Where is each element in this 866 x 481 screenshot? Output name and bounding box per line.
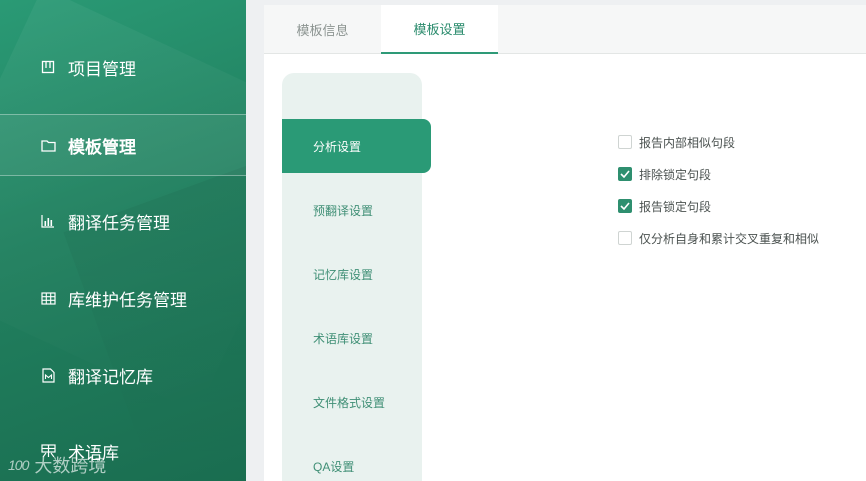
submenu-file-format-settings[interactable]: 文件格式设置 xyxy=(282,375,422,429)
sidebar-item-translation-tasks[interactable]: 翻译任务管理 xyxy=(0,190,246,252)
option-report-internal-similar[interactable]: 报告内部相似句段 xyxy=(618,133,735,151)
submenu-terminology-settings[interactable]: 术语库设置 xyxy=(282,311,422,365)
submenu-analysis-settings[interactable]: 分析设置 xyxy=(282,119,431,173)
option-exclude-locked[interactable]: 排除锁定句段 xyxy=(618,165,711,183)
option-label: 报告内部相似句段 xyxy=(639,135,736,150)
option-label: 排除锁定句段 xyxy=(639,167,712,182)
project-board-icon xyxy=(40,59,56,75)
main-panel: 模板信息 模板设置 分析设置 预翻译设置 记忆库设置 术语库设置 文件格式设置 … xyxy=(264,5,866,481)
tab-template-info[interactable]: 模板信息 xyxy=(264,5,381,54)
grid-table-icon xyxy=(40,290,56,306)
watermark-text: 大数跨境 xyxy=(34,456,107,476)
sidebar-item-project-management[interactable]: 项目管理 xyxy=(0,36,246,98)
option-label: 报告锁定句段 xyxy=(639,199,712,214)
bar-chart-icon xyxy=(40,213,56,229)
memory-document-icon xyxy=(40,367,56,383)
check-icon xyxy=(620,170,630,178)
watermark: 100 大数跨境 xyxy=(8,452,106,478)
option-report-locked[interactable]: 报告锁定句段 xyxy=(618,197,711,215)
sidebar-item-label: 库维护任务管理 xyxy=(68,290,187,310)
sidebar-item-maintenance-tasks[interactable]: 库维护任务管理 xyxy=(0,267,246,329)
sidebar-item-label: 翻译任务管理 xyxy=(68,213,170,233)
sidebar-item-label: 模板管理 xyxy=(68,137,136,157)
tab-bar: 模板信息 模板设置 xyxy=(264,5,866,54)
option-analyze-self-cumulative[interactable]: 仅分析自身和累计交叉重复和相似 xyxy=(618,229,819,247)
checkbox-checked[interactable] xyxy=(618,199,632,213)
tab-template-settings[interactable]: 模板设置 xyxy=(381,5,498,54)
sidebar-item-translation-memory[interactable]: 翻译记忆库 xyxy=(0,344,246,406)
checkbox-checked[interactable] xyxy=(618,167,632,181)
checkbox[interactable] xyxy=(618,231,632,245)
sidebar-item-template-management[interactable]: 模板管理 xyxy=(0,114,246,176)
folder-icon xyxy=(40,137,56,153)
checkbox[interactable] xyxy=(618,135,632,149)
sidebar: 项目管理 模板管理 翻译任务管理 库维护任务管理 翻译记忆库 术语库 100 大… xyxy=(0,0,246,481)
sidebar-item-label: 翻译记忆库 xyxy=(68,367,153,387)
option-label: 仅分析自身和累计交叉重复和相似 xyxy=(639,231,820,246)
check-icon xyxy=(620,202,630,210)
submenu-qa-settings[interactable]: QA设置 xyxy=(282,439,422,481)
sidebar-item-label: 项目管理 xyxy=(68,59,136,79)
submenu-memory-settings[interactable]: 记忆库设置 xyxy=(282,247,422,301)
watermark-logo: 100 xyxy=(8,457,29,473)
submenu-pretranslation-settings[interactable]: 预翻译设置 xyxy=(282,183,422,237)
settings-submenu: 分析设置 预翻译设置 记忆库设置 术语库设置 文件格式设置 QA设置 xyxy=(282,73,431,481)
